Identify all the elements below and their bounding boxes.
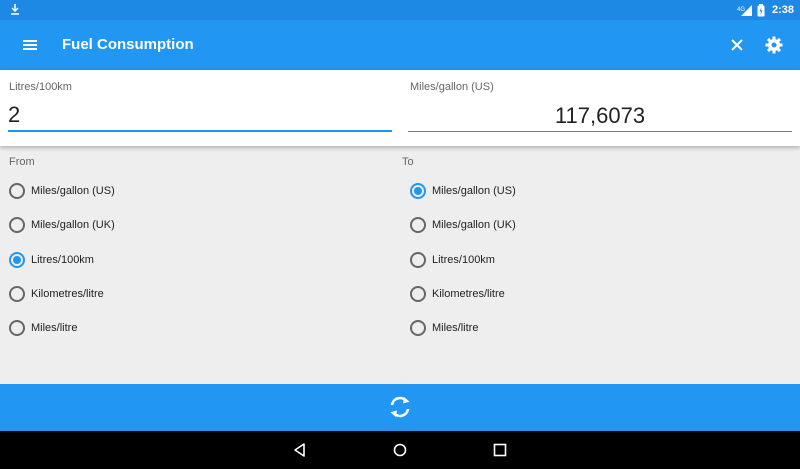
to-option[interactable]: Miles/gallon (US) (410, 181, 516, 201)
gear-icon[interactable] (764, 35, 784, 55)
radio-button[interactable] (410, 252, 426, 268)
to-option[interactable]: Kilometres/litre (410, 284, 505, 304)
from-option[interactable]: Miles/litre (9, 318, 77, 338)
from-value-input[interactable] (8, 100, 392, 132)
radio-button[interactable] (9, 217, 25, 233)
radio-label: Miles/gallon (US) (432, 185, 516, 197)
menu-icon[interactable] (20, 35, 42, 55)
navigation-bar (0, 431, 800, 469)
radio-label: Kilometres/litre (31, 288, 104, 300)
action-bar (0, 384, 800, 431)
from-field-label: Litres/100km (9, 81, 72, 93)
radio-button[interactable] (410, 286, 426, 302)
status-icons: 4G 2:38 (737, 0, 794, 20)
radio-button[interactable] (9, 286, 25, 302)
close-icon[interactable] (727, 35, 747, 55)
status-bar: 4G 2:38 (0, 0, 800, 20)
radio-label: Miles/gallon (US) (31, 185, 115, 197)
radio-label: Miles/gallon (UK) (31, 219, 115, 231)
app-bar: Fuel Consumption (0, 20, 800, 70)
recents-icon[interactable] (491, 441, 509, 459)
radio-label: Litres/100km (432, 254, 495, 266)
status-time: 2:38 (771, 4, 794, 16)
svg-text:4G: 4G (737, 7, 745, 13)
radio-button[interactable] (410, 217, 426, 233)
app-title: Fuel Consumption (62, 36, 194, 53)
radio-button[interactable] (9, 183, 25, 199)
radio-label: Miles/litre (31, 322, 78, 334)
to-field-label: Miles/gallon (US) (410, 81, 494, 93)
to-option[interactable]: Miles/litre (410, 318, 478, 338)
to-option[interactable]: Litres/100km (410, 250, 495, 270)
home-icon[interactable] (391, 441, 409, 459)
refresh-icon[interactable] (386, 393, 414, 421)
radio-label: Miles/litre (432, 322, 479, 334)
radio-button[interactable] (9, 252, 25, 268)
back-icon[interactable] (291, 441, 309, 459)
to-group-label: To (402, 156, 414, 168)
radio-label: Miles/gallon (UK) (432, 219, 516, 231)
from-option[interactable]: Miles/gallon (US) (9, 181, 115, 201)
download-icon (11, 4, 19, 15)
to-value-input[interactable] (408, 100, 792, 132)
radio-label: Litres/100km (31, 254, 94, 266)
radio-button[interactable] (9, 320, 25, 336)
radio-label: Kilometres/litre (432, 288, 505, 300)
to-option[interactable]: Miles/gallon (UK) (410, 215, 516, 235)
from-option[interactable]: Litres/100km (9, 250, 94, 270)
radio-button[interactable] (410, 320, 426, 336)
battery-icon (757, 3, 765, 16)
conversion-card: Litres/100km Miles/gallon (US) (0, 70, 800, 146)
from-option[interactable]: Kilometres/litre (9, 284, 104, 304)
from-group-label: From (9, 156, 35, 168)
signal-icon: 4G (737, 5, 752, 16)
radio-button[interactable] (410, 183, 426, 199)
from-option[interactable]: Miles/gallon (UK) (9, 215, 115, 235)
